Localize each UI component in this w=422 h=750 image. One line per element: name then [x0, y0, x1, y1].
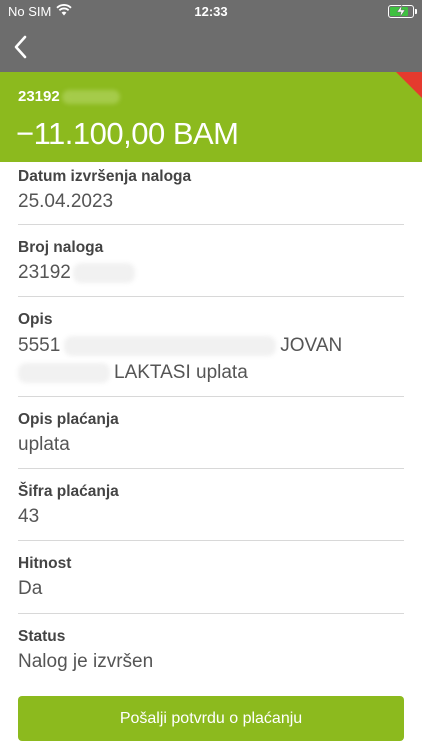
- corner-flag: [396, 72, 422, 98]
- detail-value: 23192: [18, 262, 71, 283]
- detail-label: Broj naloga: [18, 239, 104, 256]
- header-order-number-text: 23192: [18, 88, 60, 105]
- status-bar: No SIM 12:33: [0, 0, 422, 22]
- navigation-bar: [0, 22, 422, 72]
- redacted-text: [18, 362, 110, 383]
- detail-status: Status Nalog je izvršen: [18, 614, 404, 680]
- description-line1-start: 5551: [18, 335, 61, 356]
- detail-label: Hitnost: [18, 555, 72, 572]
- description-line2-end: LAKTASI uplata: [114, 362, 248, 383]
- transaction-details: Datum izvršenja naloga 25.04.2023 Broj n…: [0, 162, 422, 680]
- detail-label: Opis: [18, 311, 53, 328]
- transaction-header: 23192 −11.100,00 BAM: [0, 72, 422, 162]
- detail-order-number: Broj naloga 23192: [18, 225, 404, 297]
- clock: 12:33: [194, 4, 228, 19]
- send-confirmation-button[interactable]: Pošalji potvrdu o plaćanju: [18, 696, 404, 741]
- detail-urgency: Hitnost Da: [18, 541, 404, 614]
- detail-value: Nalog je izvršen: [18, 651, 154, 672]
- battery-charging-icon: [388, 5, 417, 18]
- detail-value: 25.04.2023: [18, 191, 114, 212]
- chevron-left-icon: [14, 35, 27, 59]
- detail-label: Status: [18, 628, 66, 645]
- transaction-amount: −11.100,00 BAM: [16, 116, 239, 151]
- header-order-number: 23192: [18, 88, 120, 105]
- detail-label: Opis plaćanja: [18, 411, 119, 428]
- detail-label: Datum izvršenja naloga: [18, 168, 192, 185]
- redacted-text: [72, 263, 135, 283]
- detail-payment-description: Opis plaćanja uplata: [18, 397, 404, 469]
- detail-description: Opis 5551 JOVAN LAKTASI uplata: [18, 297, 404, 397]
- detail-value: uplata: [18, 434, 70, 455]
- description-line1-end: JOVAN: [280, 335, 343, 356]
- redacted-text: [61, 89, 120, 104]
- redacted-text: [64, 335, 277, 356]
- back-button[interactable]: [6, 32, 36, 62]
- detail-value: 43: [18, 506, 40, 527]
- detail-label: Šifra plaćanja: [18, 483, 119, 500]
- detail-payment-code: Šifra plaćanja 43: [18, 469, 404, 541]
- detail-execution-date: Datum izvršenja naloga 25.04.2023: [18, 162, 404, 225]
- detail-value: Da: [18, 578, 43, 599]
